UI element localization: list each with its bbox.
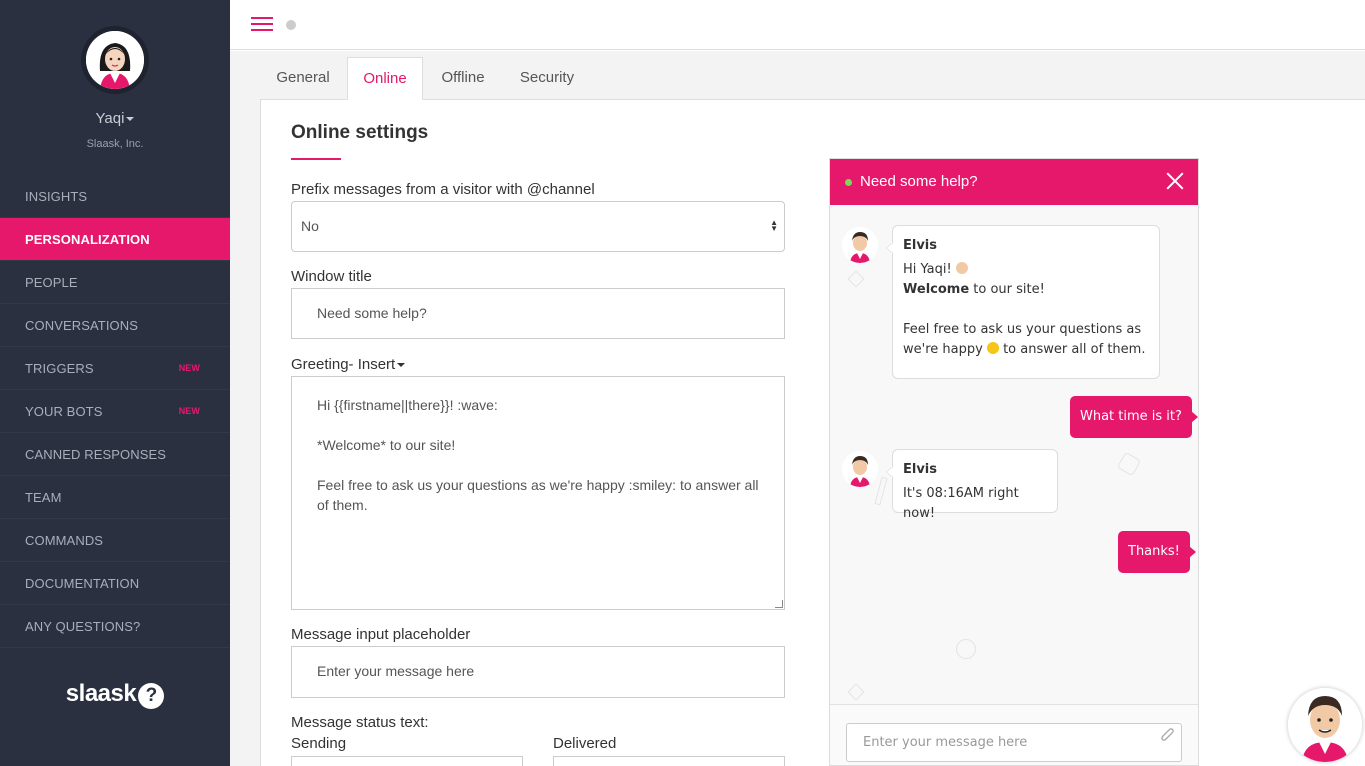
outgoing-message: What time is it? bbox=[1070, 396, 1198, 438]
chat-header-title: Need some help? bbox=[860, 173, 978, 190]
message-text: to our site! bbox=[969, 282, 1045, 297]
chat-message-input[interactable]: Enter your message here bbox=[846, 723, 1182, 762]
status-dot bbox=[286, 20, 296, 30]
status-text-label: Message status text: bbox=[291, 714, 429, 731]
decor-bar bbox=[874, 476, 888, 506]
message-sender: Elvis bbox=[903, 238, 938, 253]
sidebar-item-commands[interactable]: COMMANDS bbox=[0, 519, 230, 562]
sidebar-item-documentation[interactable]: DOCUMENTATION bbox=[0, 562, 230, 605]
sidebar-item-label: ANY QUESTIONS? bbox=[25, 619, 141, 634]
tab-security[interactable]: Security bbox=[508, 57, 586, 100]
sidebar: Yaqi Slaask, Inc. INSIGHTS PERSONALIZATI… bbox=[0, 0, 230, 766]
sidebar-nav: INSIGHTS PERSONALIZATION PEOPLE CONVERSA… bbox=[0, 175, 230, 648]
sidebar-item-personalization[interactable]: PERSONALIZATION bbox=[0, 218, 230, 261]
paperclip-icon[interactable] bbox=[1160, 727, 1174, 741]
company-name: Slaask, Inc. bbox=[86, 138, 144, 150]
message-text: It's 08:16AM right now! bbox=[903, 486, 1019, 521]
greeting-label: Greeting- Insert bbox=[291, 356, 396, 373]
greeting-line: *Welcome* to our site! bbox=[317, 437, 456, 453]
sidebar-item-label: PEOPLE bbox=[25, 275, 78, 290]
sidebar-item-insights[interactable]: INSIGHTS bbox=[0, 175, 230, 218]
greeting-insert-dropdown[interactable]: Greeting- Insert bbox=[291, 356, 406, 373]
hamburger-menu-icon[interactable] bbox=[251, 17, 273, 33]
placeholder-input[interactable]: Enter your message here bbox=[291, 646, 785, 698]
decor-circle bbox=[956, 639, 976, 659]
sidebar-item-label: DOCUMENTATION bbox=[25, 576, 140, 591]
sidebar-item-your-bots[interactable]: YOUR BOTS NEW bbox=[0, 390, 230, 433]
chat-launcher-avatar[interactable] bbox=[1288, 688, 1362, 762]
sidebar-item-label: INSIGHTS bbox=[25, 189, 88, 204]
user-name: Yaqi bbox=[95, 110, 125, 127]
sidebar-item-label: TRIGGERS bbox=[25, 361, 94, 376]
close-icon[interactable] bbox=[1166, 172, 1184, 190]
caret-down-icon bbox=[397, 363, 406, 368]
user-avatar[interactable] bbox=[81, 26, 149, 94]
decor-hexagon bbox=[1116, 451, 1142, 477]
decor-diamond bbox=[847, 683, 865, 701]
sidebar-item-label: YOUR BOTS bbox=[25, 404, 103, 419]
prefix-select[interactable]: No ▲ ▼ bbox=[291, 201, 785, 252]
sidebar-item-canned-responses[interactable]: CANNED RESPONSES bbox=[0, 433, 230, 476]
greeting-line: Feel free to ask us your questions as we… bbox=[317, 477, 763, 513]
incoming-message: Elvis It's 08:16AM right now! bbox=[886, 449, 1058, 521]
sidebar-item-label: COMMANDS bbox=[25, 533, 104, 548]
sidebar-item-label: CONVERSATIONS bbox=[25, 318, 139, 333]
new-badge: NEW bbox=[178, 406, 200, 416]
chat-header: Need some help? bbox=[830, 159, 1198, 205]
greeting-line: Hi {{firstname||there}}! :wave: bbox=[317, 397, 498, 413]
sidebar-item-triggers[interactable]: TRIGGERS NEW bbox=[0, 347, 230, 390]
page-title: Online settings bbox=[291, 122, 429, 143]
window-title-label: Window title bbox=[291, 268, 372, 285]
incoming-message: Elvis Hi Yaqi! Welcome to our site! Feel… bbox=[886, 225, 1160, 379]
smiley-emoji-icon bbox=[986, 342, 999, 354]
sending-label: Sending bbox=[291, 735, 347, 752]
resize-handle-icon[interactable] bbox=[775, 600, 783, 608]
message-text: we're happy bbox=[903, 342, 987, 357]
sidebar-item-any-questions[interactable]: ANY QUESTIONS? bbox=[0, 605, 230, 648]
select-arrows-icon: ▲ ▼ bbox=[770, 218, 778, 233]
tab-online[interactable]: Online bbox=[347, 57, 423, 100]
brand-text: slaask bbox=[65, 680, 137, 707]
outgoing-message: Thanks! bbox=[1118, 531, 1196, 573]
top-bar bbox=[230, 0, 1365, 50]
title-underline bbox=[291, 158, 341, 160]
decor-diamond bbox=[847, 270, 865, 288]
new-badge: NEW bbox=[178, 363, 200, 373]
prefix-select-value: No bbox=[301, 218, 319, 234]
chat-widget-preview: Need some help? Elvis Hi Yaqi! Welcome t… bbox=[829, 158, 1199, 766]
help-circle-icon: ? bbox=[138, 683, 165, 709]
message-text: Feel free to ask us your questions as bbox=[903, 322, 1142, 337]
online-status-dot bbox=[845, 179, 852, 186]
sidebar-item-conversations[interactable]: CONVERSATIONS bbox=[0, 304, 230, 347]
wave-emoji-icon bbox=[955, 262, 968, 274]
agent-avatar bbox=[842, 227, 878, 263]
greeting-textarea[interactable]: Hi {{firstname||there}}! :wave: *Welcome… bbox=[291, 376, 785, 610]
message-bold-text: Welcome bbox=[903, 282, 970, 297]
sidebar-item-people[interactable]: PEOPLE bbox=[0, 261, 230, 304]
sidebar-item-label: TEAM bbox=[25, 490, 62, 505]
message-sender: Elvis bbox=[903, 462, 938, 477]
chat-footer: Enter your message here bbox=[830, 704, 1198, 765]
delivered-label: Delivered bbox=[553, 735, 617, 752]
sidebar-item-label: CANNED RESPONSES bbox=[25, 447, 167, 462]
message-text: Hi Yaqi! bbox=[903, 262, 952, 277]
user-name-dropdown[interactable]: Yaqi bbox=[0, 110, 230, 127]
message-text: to answer all of them. bbox=[998, 342, 1146, 357]
slaask-logo: slaask? bbox=[0, 680, 230, 709]
agent-avatar bbox=[842, 451, 878, 487]
sidebar-item-team[interactable]: TEAM bbox=[0, 476, 230, 519]
tab-general[interactable]: General bbox=[260, 57, 346, 100]
prefix-label: Prefix messages from a visitor with @cha… bbox=[291, 181, 595, 198]
window-title-input[interactable]: Need some help? bbox=[291, 288, 785, 339]
sending-input[interactable] bbox=[291, 756, 523, 766]
delivered-input[interactable] bbox=[553, 756, 785, 766]
caret-down-icon bbox=[126, 117, 135, 122]
tab-offline[interactable]: Offline bbox=[426, 57, 500, 100]
placeholder-label: Message input placeholder bbox=[291, 626, 471, 643]
sidebar-item-label: PERSONALIZATION bbox=[25, 232, 150, 247]
